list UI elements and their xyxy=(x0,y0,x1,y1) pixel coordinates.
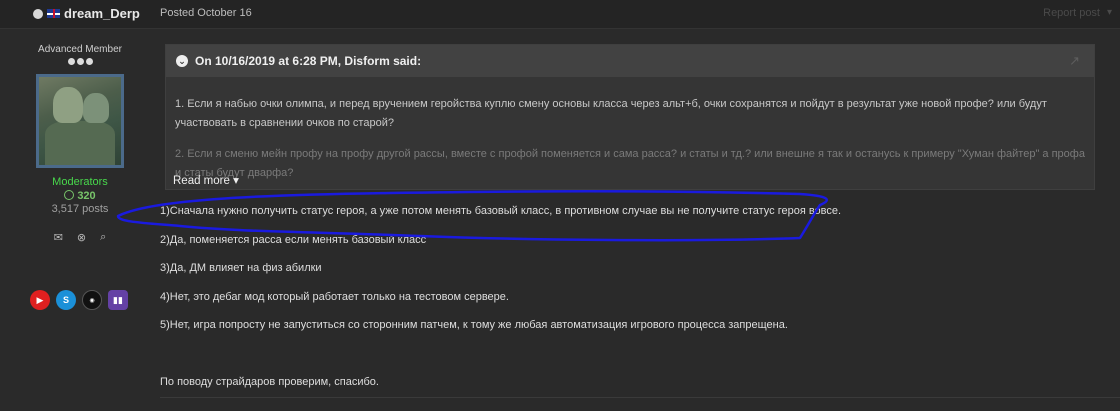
post-date[interactable]: Posted October 16 xyxy=(160,7,252,19)
twitch-icon[interactable]: ▮▮ xyxy=(108,290,128,310)
reply-line: 5)Нет, игра попросту не запуститься со с… xyxy=(160,319,788,331)
quote-citation[interactable]: On 10/16/2019 at 6:28 PM, Disform said: xyxy=(195,54,421,68)
share-arrow-icon[interactable]: ↗ xyxy=(1069,53,1080,69)
reply-line: 3)Да, ДМ влияет на физ абилки xyxy=(160,262,322,274)
chevron-down-icon[interactable]: ▾ xyxy=(1107,7,1112,18)
reply-line: 1)Сначала нужно получить статус героя, а… xyxy=(160,205,842,217)
caret-down-icon: ▾ xyxy=(233,175,239,187)
rank-pips xyxy=(20,58,140,65)
quote-header: ⌄ On 10/16/2019 at 6:28 PM, Disform said… xyxy=(166,45,1094,77)
report-post-link[interactable]: Report post xyxy=(1043,7,1100,19)
divider xyxy=(160,397,1120,398)
reputation-icon xyxy=(64,190,75,200)
reply-line: 4)Нет, это дебаг мод который работает то… xyxy=(160,291,509,303)
quote-paragraph: 1. Если я набью очки олимпа, и перед вру… xyxy=(175,98,1047,129)
rank-pip-icon xyxy=(85,58,93,65)
post-header: dream_Derp Posted October 16 Report post… xyxy=(0,0,1120,29)
online-status-icon xyxy=(33,8,43,19)
post-author[interactable]: dream_Derp xyxy=(33,6,140,21)
reputation-value: 320 xyxy=(77,190,96,202)
author-name[interactable]: dream_Derp xyxy=(64,6,140,21)
post-count: 3,517 posts xyxy=(51,203,109,215)
skype-icon[interactable]: S xyxy=(56,290,76,310)
reply-line: По поводу страйдаров проверим, спасибо. xyxy=(160,376,379,388)
quote-block: ⌄ On 10/16/2019 at 6:28 PM, Disform said… xyxy=(165,44,1095,190)
quote-paragraph: 2. Если я сменю мейн профу на профу друг… xyxy=(175,148,1085,179)
chevron-down-icon[interactable]: ⌄ xyxy=(176,55,188,67)
youtube-icon[interactable]: ▶ xyxy=(30,290,50,310)
rank-pip-icon xyxy=(76,58,84,65)
member-group: Moderators xyxy=(52,176,108,188)
quote-body: 1. Если я набью очки олимпа, и перед вру… xyxy=(166,77,1094,183)
member-rank: Advanced Member xyxy=(38,44,122,55)
read-more-label: Read more xyxy=(173,175,230,187)
rank-pip-icon xyxy=(67,58,75,65)
author-sidebar: Advanced Member Moderators 320 3,517 pos… xyxy=(20,44,140,244)
envelope-icon[interactable]: ✉ xyxy=(54,231,63,244)
read-more-button[interactable]: Read more ▾ xyxy=(173,173,239,187)
block-icon[interactable]: ⊗ xyxy=(77,231,86,244)
member-actions: ✉ ⊗ ⌕ xyxy=(20,231,140,244)
social-links: ▶ S ◉ ▮▮ xyxy=(30,290,128,310)
search-icon[interactable]: ⌕ xyxy=(100,231,106,244)
custom-link-icon[interactable]: ◉ xyxy=(82,290,102,310)
avatar[interactable] xyxy=(36,74,124,168)
reply-line: 2)Да, поменяется расса если менять базов… xyxy=(160,234,427,246)
reputation-badge: 320 xyxy=(20,190,140,202)
uk-flag-icon xyxy=(47,9,60,18)
